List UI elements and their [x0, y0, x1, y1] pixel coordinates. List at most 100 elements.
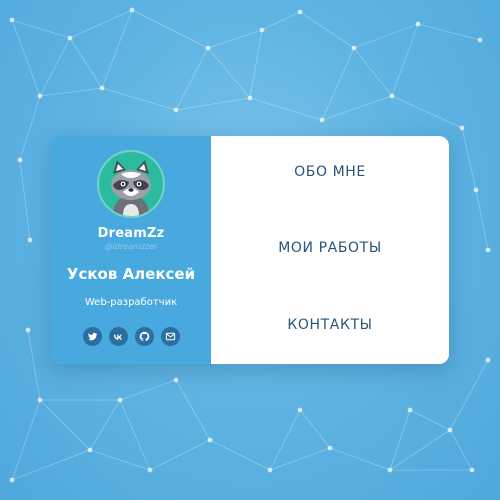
- network-line: [209, 439, 271, 471]
- network-line: [69, 37, 103, 89]
- vk-link[interactable]: [108, 327, 128, 346]
- network-line: [449, 359, 489, 431]
- network-line: [299, 409, 331, 449]
- nav-works-link[interactable]: МОИ РАБОТЫ: [211, 240, 449, 256]
- network-line: [249, 97, 323, 121]
- network-line: [149, 439, 211, 471]
- network-node: [87, 447, 93, 453]
- network-line: [391, 23, 419, 97]
- network-node: [387, 467, 393, 473]
- network-node: [297, 407, 303, 413]
- network-node: [247, 95, 253, 101]
- network-line: [321, 47, 355, 121]
- network-node: [473, 187, 479, 193]
- network-node: [9, 17, 15, 23]
- network-line: [389, 429, 451, 471]
- network-line: [11, 399, 41, 481]
- network-line: [11, 449, 91, 481]
- network-node: [259, 27, 265, 33]
- network-node: [173, 107, 179, 113]
- network-node: [407, 407, 413, 413]
- profile-panel: DreamZz @idreamzzer Усков Алексей Web-ра…: [51, 136, 211, 364]
- network-node: [447, 427, 453, 433]
- network-line: [475, 189, 489, 251]
- network-line: [89, 399, 121, 451]
- network-node: [207, 437, 213, 443]
- network-node: [485, 247, 491, 253]
- network-node: [469, 467, 475, 473]
- network-line: [175, 97, 251, 111]
- network-line: [329, 447, 391, 471]
- network-line: [131, 9, 209, 49]
- nav-contacts-link[interactable]: КОНТАКТЫ: [211, 317, 449, 333]
- network-line: [409, 409, 451, 431]
- network-node: [297, 9, 303, 15]
- network-node: [173, 377, 179, 383]
- profile-handle: @idreamzzer: [104, 242, 158, 251]
- network-node: [327, 445, 333, 451]
- network-line: [19, 159, 31, 241]
- network-node: [485, 357, 491, 363]
- twitter-link[interactable]: [82, 327, 102, 346]
- network-line: [39, 399, 91, 451]
- social-links: [82, 327, 180, 346]
- network-line: [11, 19, 41, 97]
- profile-card: DreamZz @idreamzzer Усков Алексей Web-ра…: [51, 136, 449, 364]
- network-line: [39, 37, 71, 97]
- mail-link[interactable]: [160, 327, 180, 346]
- network-line: [101, 87, 177, 111]
- network-node: [415, 21, 421, 27]
- network-line: [249, 29, 263, 99]
- github-link[interactable]: [134, 327, 154, 346]
- network-line: [207, 29, 263, 49]
- network-line: [353, 23, 419, 49]
- network-line: [19, 95, 41, 161]
- network-line: [39, 87, 103, 97]
- network-node: [319, 117, 325, 123]
- github-icon: [139, 331, 149, 342]
- network-line: [389, 409, 411, 471]
- network-node: [205, 45, 211, 51]
- network-line: [27, 329, 41, 401]
- twitter-icon: [87, 332, 97, 341]
- network-node: [99, 85, 105, 91]
- network-node: [389, 93, 395, 99]
- network-node: [37, 397, 43, 403]
- network-line: [89, 449, 151, 471]
- profile-nickname: DreamZz: [97, 226, 165, 241]
- network-line: [119, 379, 177, 401]
- network-line: [353, 47, 393, 97]
- network-node: [117, 397, 123, 403]
- network-node: [129, 7, 135, 13]
- network-line: [261, 11, 301, 31]
- network-line: [449, 429, 473, 471]
- avatar[interactable]: [97, 150, 165, 218]
- vk-icon: [113, 334, 123, 340]
- raccoon-avatar-icon: [111, 160, 151, 216]
- navigation-panel: ОБО МНЕ МОИ РАБОТЫ КОНТАКТЫ: [211, 136, 449, 364]
- network-node: [351, 45, 357, 51]
- network-node: [37, 93, 43, 99]
- network-line: [175, 379, 211, 441]
- network-node: [147, 467, 153, 473]
- network-line: [461, 127, 477, 191]
- network-node: [67, 35, 73, 41]
- network-node: [25, 327, 31, 333]
- network-line: [299, 11, 355, 49]
- network-line: [417, 23, 481, 41]
- mail-icon: [165, 332, 175, 341]
- network-node: [9, 477, 15, 483]
- network-node: [27, 237, 33, 243]
- nav-about-link[interactable]: ОБО МНЕ: [211, 164, 449, 180]
- network-line: [391, 95, 463, 129]
- network-node: [267, 467, 273, 473]
- network-node: [17, 157, 23, 163]
- profile-role: Web-разработчик: [84, 297, 178, 308]
- network-line: [207, 47, 251, 99]
- network-node: [459, 125, 465, 131]
- network-line: [11, 19, 71, 39]
- network-node: [477, 37, 483, 43]
- network-line: [175, 47, 209, 111]
- profile-full-name: Усков Алексей: [66, 265, 196, 283]
- network-line: [119, 399, 151, 471]
